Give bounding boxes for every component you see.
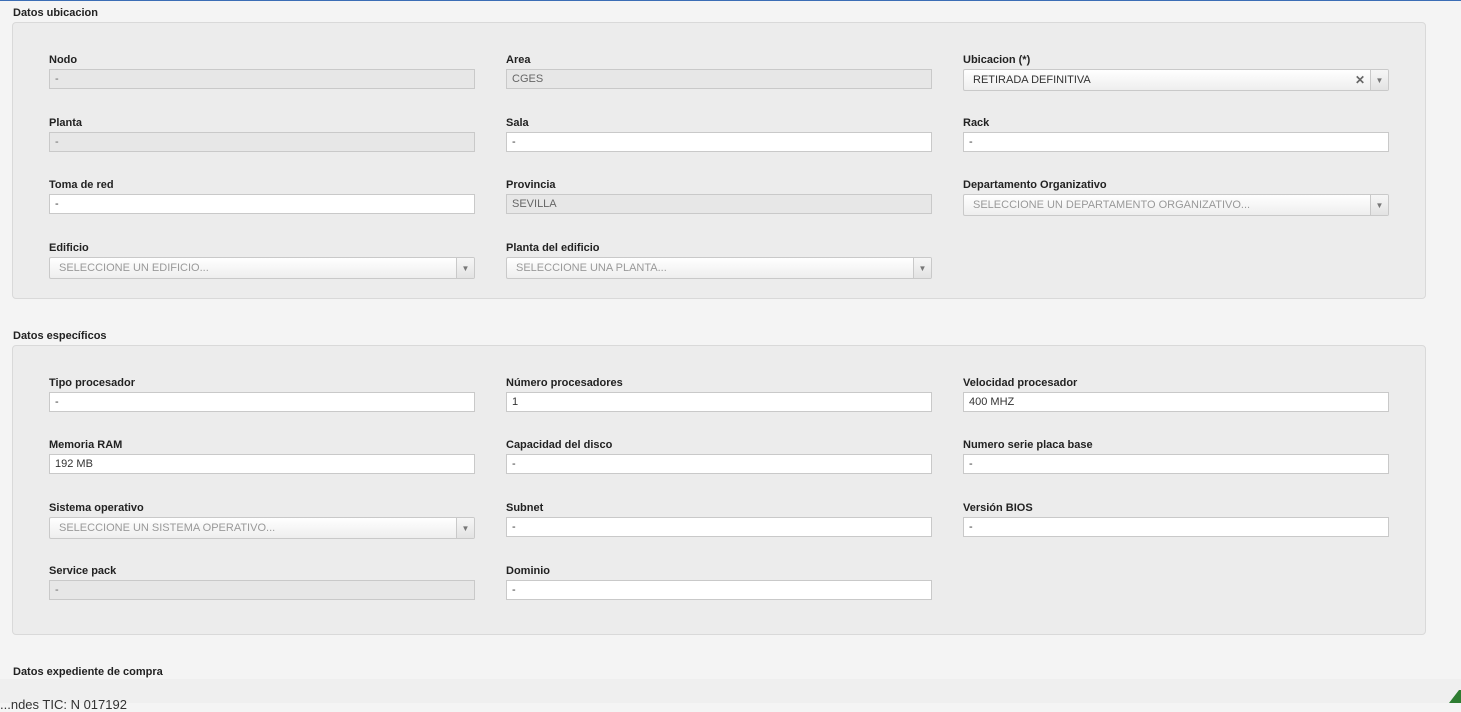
edificio-field: Edificio SELECCIONE UN EDIFICIO... ▼	[49, 242, 475, 279]
chevron-down-icon[interactable]: ▼	[1370, 195, 1388, 215]
ubicacion-label: Ubicacion (*)	[963, 54, 1031, 66]
nodo-input: -	[49, 69, 475, 89]
clear-icon[interactable]: ✕	[1355, 70, 1365, 90]
rack-input[interactable]: -	[963, 132, 1389, 152]
toma-red-field: Toma de red -	[49, 179, 475, 214]
ubicacion-field: Ubicacion (*) RETIRADA DEFINITIVA ✕ ▼	[963, 54, 1389, 91]
version-bios-label: Versión BIOS	[963, 502, 1033, 514]
sistema-operativo-label: Sistema operativo	[49, 502, 144, 514]
sistema-operativo-select[interactable]: SELECCIONE UN SISTEMA OPERATIVO... ▼	[49, 517, 475, 539]
edificio-placeholder: SELECCIONE UN EDIFICIO...	[59, 262, 209, 274]
provincia-field: Provincia SEVILLA	[506, 179, 932, 214]
memoria-ram-field: Memoria RAM 192 MB	[49, 439, 475, 474]
version-bios-input[interactable]: -	[963, 517, 1389, 537]
numero-serie-placa-input[interactable]: -	[963, 454, 1389, 474]
section-title-expediente: Datos expediente de compra	[13, 666, 163, 678]
velocidad-procesador-input[interactable]: 400 MHZ	[963, 392, 1389, 412]
service-pack-input: -	[49, 580, 475, 600]
especificos-panel: Tipo procesador - Número procesadores 1 …	[12, 345, 1426, 635]
tipo-procesador-input[interactable]: -	[49, 392, 475, 412]
rack-label: Rack	[963, 117, 990, 129]
provincia-label: Provincia	[506, 179, 556, 191]
chevron-down-icon[interactable]: ▼	[456, 518, 474, 538]
service-pack-label: Service pack	[49, 565, 117, 577]
version-bios-field: Versión BIOS -	[963, 502, 1389, 537]
chevron-down-icon[interactable]: ▼	[913, 258, 931, 278]
area-field: Area CGES	[506, 54, 932, 89]
numero-serie-placa-field: Numero serie placa base -	[963, 439, 1389, 474]
departamento-label: Departamento Organizativo	[963, 179, 1107, 191]
ubicacion-panel: Nodo - Area CGES Ubicacion (*) RETIRADA …	[12, 22, 1426, 299]
planta-edificio-field: Planta del edificio SELECCIONE UNA PLANT…	[506, 242, 932, 279]
dominio-label: Dominio	[506, 565, 550, 577]
dominio-input[interactable]: -	[506, 580, 932, 600]
capacidad-disco-input[interactable]: -	[506, 454, 932, 474]
section-title-ubicacion: Datos ubicacion	[13, 7, 98, 19]
memoria-ram-input[interactable]: 192 MB	[49, 454, 475, 474]
velocidad-procesador-field: Velocidad procesador 400 MHZ	[963, 377, 1389, 412]
section-title-especificos: Datos específicos	[13, 330, 107, 342]
numero-procesadores-field: Número procesadores 1	[506, 377, 932, 412]
tipo-procesador-field: Tipo procesador -	[49, 377, 475, 412]
nodo-label: Nodo	[49, 54, 78, 66]
chevron-down-icon[interactable]: ▼	[1370, 70, 1388, 90]
rack-field: Rack -	[963, 117, 1389, 152]
dominio-field: Dominio -	[506, 565, 932, 600]
sala-field: Sala -	[506, 117, 932, 152]
numero-procesadores-label: Número procesadores	[506, 377, 623, 389]
numero-procesadores-input[interactable]: 1	[506, 392, 932, 412]
planta-edificio-select[interactable]: SELECCIONE UNA PLANTA... ▼	[506, 257, 932, 279]
velocidad-procesador-label: Velocidad procesador	[963, 377, 1078, 389]
toma-red-input[interactable]: -	[49, 194, 475, 214]
sistema-operativo-field: Sistema operativo SELECCIONE UN SISTEMA …	[49, 502, 475, 539]
footer-text: ...ndes TIC: N 017192	[0, 697, 127, 712]
sala-input[interactable]: -	[506, 132, 932, 152]
planta-input: -	[49, 132, 475, 152]
departamento-placeholder: SELECCIONE UN DEPARTAMENTO ORGANIZATIVO.…	[973, 199, 1251, 211]
departamento-select[interactable]: SELECCIONE UN DEPARTAMENTO ORGANIZATIVO.…	[963, 194, 1389, 216]
edificio-label: Edificio	[49, 242, 89, 254]
subnet-field: Subnet -	[506, 502, 932, 537]
toma-red-label: Toma de red	[49, 179, 114, 191]
sistema-operativo-placeholder: SELECCIONE UN SISTEMA OPERATIVO...	[59, 522, 276, 534]
capacidad-disco-label: Capacidad del disco	[506, 439, 613, 451]
service-pack-field: Service pack -	[49, 565, 475, 600]
ubicacion-select[interactable]: RETIRADA DEFINITIVA ✕ ▼	[963, 69, 1389, 91]
capacidad-disco-field: Capacidad del disco -	[506, 439, 932, 474]
memoria-ram-label: Memoria RAM	[49, 439, 123, 451]
planta-label: Planta	[49, 117, 83, 129]
chevron-down-icon[interactable]: ▼	[456, 258, 474, 278]
tipo-procesador-label: Tipo procesador	[49, 377, 135, 389]
area-label: Area	[506, 54, 531, 66]
logo-icon	[1449, 690, 1461, 703]
sala-label: Sala	[506, 117, 529, 129]
subnet-input[interactable]: -	[506, 517, 932, 537]
nodo-field: Nodo -	[49, 54, 475, 89]
top-divider	[0, 0, 1461, 1]
provincia-input: SEVILLA	[506, 194, 932, 214]
planta-edificio-label: Planta del edificio	[506, 242, 600, 254]
area-input: CGES	[506, 69, 932, 89]
departamento-field: Departamento Organizativo SELECCIONE UN …	[963, 179, 1389, 216]
planta-field: Planta -	[49, 117, 475, 152]
footer-strip	[0, 679, 1461, 703]
subnet-label: Subnet	[506, 502, 544, 514]
ubicacion-selected-value: RETIRADA DEFINITIVA	[973, 74, 1091, 86]
numero-serie-placa-label: Numero serie placa base	[963, 439, 1093, 451]
planta-edificio-placeholder: SELECCIONE UNA PLANTA...	[516, 262, 667, 274]
edificio-select[interactable]: SELECCIONE UN EDIFICIO... ▼	[49, 257, 475, 279]
